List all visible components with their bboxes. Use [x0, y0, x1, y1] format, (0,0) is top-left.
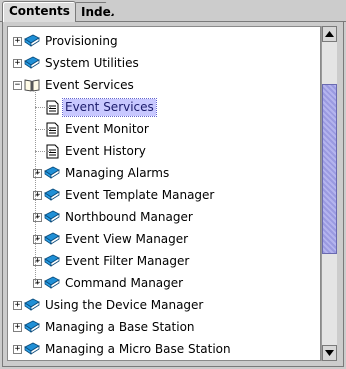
book-icon	[44, 232, 60, 245]
arrow-up-icon	[325, 31, 334, 37]
tab-index-label: Index	[81, 5, 119, 19]
tree-item[interactable]: + System Utilities	[13, 52, 141, 74]
tree-item[interactable]: + Event View Manager	[33, 228, 190, 250]
tree-item-label: Managing Alarms	[65, 165, 170, 180]
book-icon	[44, 254, 60, 267]
tree-item[interactable]: Event Services	[33, 96, 157, 118]
tree-item-label: Event Services	[45, 77, 134, 92]
plus-icon[interactable]: +	[13, 300, 22, 310]
tab-strip: Index Contents	[0, 0, 346, 22]
tree-item[interactable]: + Event Template Manager	[33, 184, 216, 206]
tree-connector-line	[35, 283, 39, 284]
tree-item-label: Event Template Manager	[65, 187, 215, 202]
tree-item-icon	[24, 55, 40, 71]
tree-item[interactable]: + Northbound Manager	[33, 206, 195, 228]
tree-connector-line	[35, 217, 39, 218]
contents-tree[interactable]: + Provisioning + System Utilities − Event Ser…	[7, 26, 321, 361]
tree-item[interactable]: + Managing a Base Station	[13, 316, 197, 338]
minus-icon[interactable]: −	[13, 80, 22, 90]
tree-item[interactable]: + Managing a Micro Base Station	[13, 338, 233, 360]
tree-item-label: Event History	[65, 143, 146, 158]
scrollbar-thumb[interactable]	[322, 84, 337, 254]
open-book-icon	[24, 79, 40, 92]
tree-item-label: Event Monitor	[65, 121, 149, 136]
tree-item-label: Northbound Manager	[65, 209, 193, 224]
arrow-down-icon	[325, 350, 334, 356]
tree-connector-line	[35, 195, 39, 196]
tree-item-label: Event View Manager	[65, 231, 189, 246]
book-icon	[24, 298, 40, 311]
tree-item[interactable]: + Managing Alarms	[33, 162, 171, 184]
plus-icon[interactable]: +	[13, 58, 22, 68]
tree-connector-line	[35, 261, 39, 262]
book-icon	[24, 34, 40, 47]
tree-item-icon	[24, 341, 40, 357]
vertical-scrollbar[interactable]	[321, 26, 337, 361]
tree-connector-line	[35, 239, 39, 240]
book-icon	[44, 188, 60, 201]
tree-item-icon	[24, 297, 40, 313]
tree-item-label: Using the Device Manager	[45, 297, 204, 312]
tree-item-label: Command Manager	[65, 275, 184, 290]
tree-item-label: Managing a Micro Base Station	[45, 341, 231, 356]
book-icon	[44, 210, 60, 223]
tree-item-icon	[44, 231, 60, 247]
book-icon	[24, 56, 40, 69]
tree-connector-line	[35, 151, 51, 152]
tree-item[interactable]: + Command Manager	[33, 272, 185, 294]
tree-item-icon	[44, 253, 60, 269]
plus-icon[interactable]: +	[13, 36, 22, 46]
tab-index[interactable]: Index	[74, 2, 118, 21]
tree-item-label: Managing a Base Station	[45, 319, 195, 334]
tree-item-icon	[24, 33, 40, 49]
tree-item[interactable]: − Event Services	[13, 74, 136, 96]
contents-panel: + Provisioning + System Utilities − Event Ser…	[2, 22, 344, 367]
tree-item[interactable]: + Using the Device Manager	[13, 294, 205, 316]
tree-item-label: Provisioning	[45, 33, 118, 48]
tree-item[interactable]: + Provisioning	[13, 30, 120, 52]
plus-icon[interactable]: +	[13, 344, 22, 354]
tree-connector-line	[35, 107, 51, 108]
book-icon	[24, 320, 40, 333]
tree-item-icon	[24, 319, 40, 335]
tree-connector-line	[35, 92, 36, 283]
plus-icon[interactable]: +	[13, 322, 22, 332]
tree-connector-line	[35, 129, 51, 130]
scroll-down-button[interactable]	[322, 345, 337, 361]
tree-item-icon	[44, 275, 60, 291]
scroll-up-button[interactable]	[322, 26, 337, 42]
tree-item-icon	[44, 209, 60, 225]
book-icon	[44, 166, 60, 179]
tree-item-icon	[44, 187, 60, 203]
tab-contents-label: Contents	[9, 4, 70, 18]
tree-item-label: System Utilities	[45, 55, 139, 70]
tree-item-icon	[44, 165, 60, 181]
tree-item-label: Event Services	[62, 97, 157, 117]
tree-item[interactable]: + Event Filter Manager	[33, 250, 191, 272]
tree-item-icon	[24, 77, 40, 93]
tree-item-label: Event Filter Manager	[65, 253, 190, 268]
book-icon	[24, 342, 40, 355]
book-icon	[44, 276, 60, 289]
tab-contents[interactable]: Contents	[2, 1, 76, 22]
tree-connector-line	[35, 173, 39, 174]
